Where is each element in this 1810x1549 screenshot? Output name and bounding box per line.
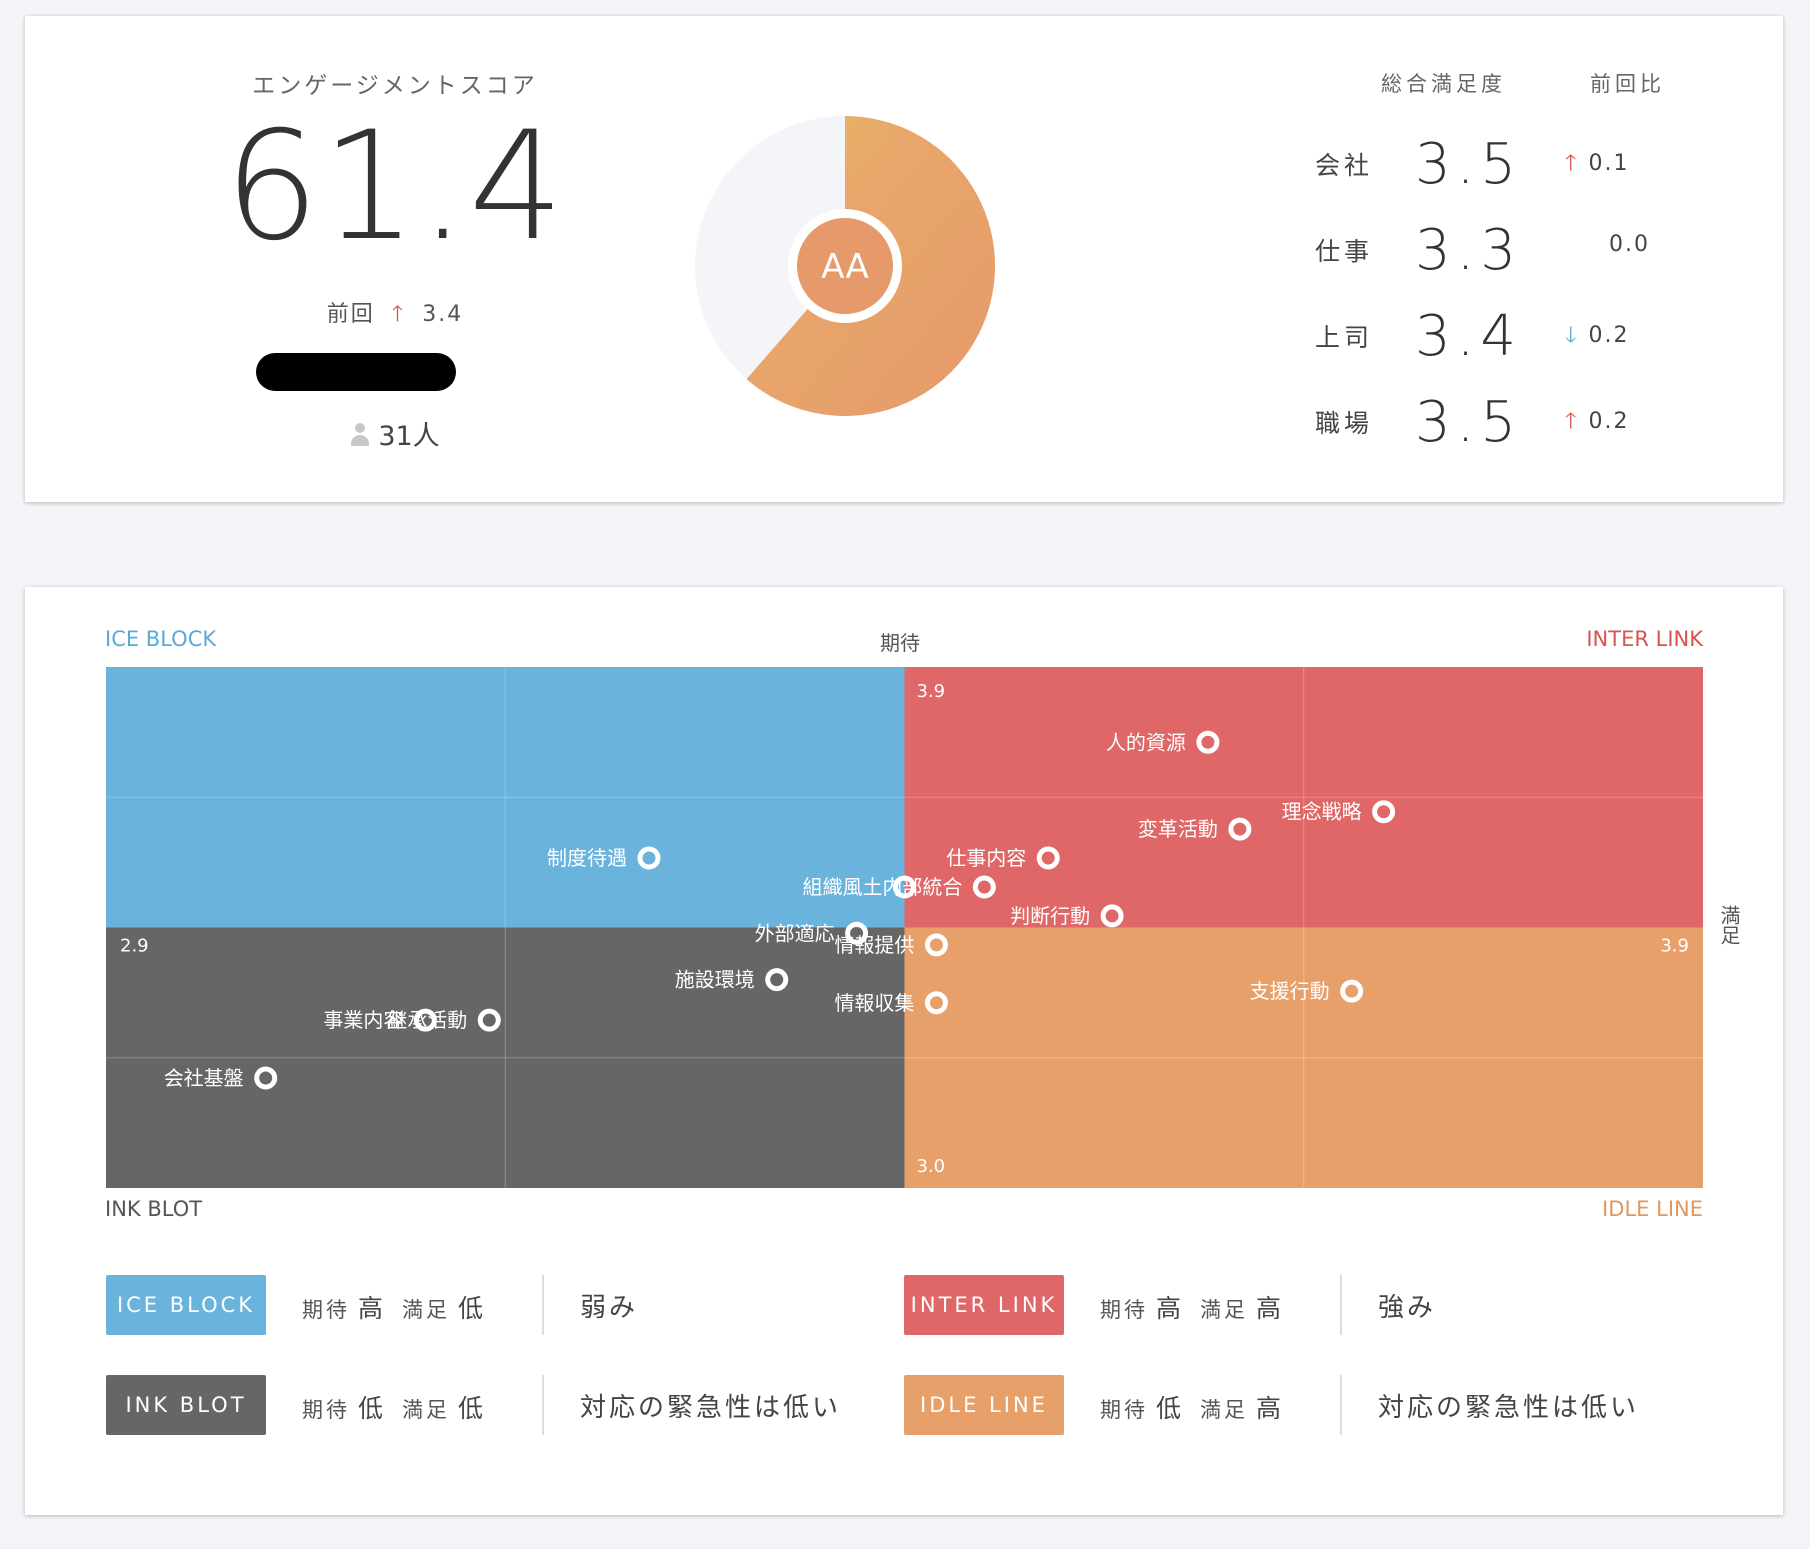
data-point: 継承活動 — [387, 1008, 501, 1032]
engagement-summary-card: エンゲージメントスコア 61.4 前回 🡑 3.4 31人 AA 総合満足度 前… — [25, 16, 1783, 502]
satisfy-level: 高 — [1256, 1394, 1285, 1423]
satisfaction-delta-value: 0.2 — [1588, 409, 1630, 434]
data-point-label: 仕事内容 — [946, 846, 1026, 870]
legend-description: 対応の緊急性は低い — [1378, 1393, 1640, 1423]
expect-level: 高 — [1156, 1294, 1185, 1323]
data-point: 情報提供 — [834, 933, 948, 957]
data-point: 制度待遇 — [547, 846, 661, 870]
satisfaction-delta: 🡑 0.2 — [1565, 404, 1629, 442]
satisfy-label: 満足 — [1200, 1298, 1249, 1322]
legend-badge: INK BLOT — [106, 1375, 266, 1435]
satisfaction-label: 仕事 — [1315, 237, 1374, 266]
expect-label: 期待 — [1100, 1298, 1148, 1322]
data-point-label: 人的資源 — [1106, 730, 1186, 754]
overall-satisfaction-header: 総合満足度 — [1381, 72, 1506, 96]
legend-criteria: 期待低満足高 — [1100, 1389, 1300, 1425]
data-point-label: 内部統合 — [882, 875, 962, 899]
legend-criteria: 期待低満足低 — [302, 1389, 502, 1425]
satisfaction-label: 会社 — [1315, 151, 1374, 180]
legend-badge: IDLE LINE — [904, 1375, 1064, 1435]
data-point: 情報収集 — [834, 991, 948, 1015]
data-point-label: 制度待遇 — [547, 846, 627, 870]
data-point-label: 組織風土 — [803, 875, 883, 899]
data-point: 内部統合 — [882, 875, 996, 899]
satisfaction-row-company: 会社 3.5 🡑 0.1 — [25, 124, 1783, 204]
data-point-label: 情報提供 — [834, 933, 914, 957]
satisfy-level: 高 — [1256, 1294, 1285, 1323]
satisfaction-row-workplace: 職場 3.5 🡑 0.2 — [25, 382, 1783, 462]
satisfy-level: 低 — [458, 1294, 487, 1323]
data-point: 人的資源 — [1106, 730, 1220, 754]
data-point: 理念戦略 — [1282, 800, 1396, 824]
engagement-score-title: エンゲージメントスコア — [252, 73, 538, 99]
legend-description: 強み — [1378, 1293, 1437, 1323]
legend-description: 対応の緊急性は低い — [580, 1393, 842, 1423]
data-point-label: 外部適応 — [755, 921, 835, 945]
data-point-label: 施設環境 — [675, 968, 755, 992]
satisfaction-delta: 🡓 0.2 — [1565, 318, 1629, 356]
legend-divider — [1340, 1375, 1342, 1435]
legend-divider — [542, 1375, 544, 1435]
data-point: 会社基盤 — [164, 1066, 278, 1090]
legend-badge: ICE BLOCK — [106, 1275, 266, 1335]
arrow-down-icon: 🡓 — [1565, 323, 1579, 348]
data-point-label: 継承活動 — [387, 1008, 467, 1032]
legend-badge: INTER LINK — [904, 1275, 1064, 1335]
expect-label: 期待 — [302, 1298, 350, 1322]
satisfaction-label: 上司 — [1315, 323, 1374, 352]
legend-row-ice-block: ICE BLOCK 期待高満足低 弱み — [106, 1275, 806, 1335]
tick-label-satisfy-min: 2.9 — [120, 936, 149, 957]
data-point-label: 変革活動 — [1138, 817, 1218, 841]
data-point-label: 情報収集 — [834, 991, 914, 1015]
tick-label-expect-min: 3.0 — [917, 1156, 946, 1177]
satisfaction-value: 3.5 — [1415, 132, 1523, 197]
expect-level: 低 — [358, 1394, 387, 1423]
legend-description: 弱み — [580, 1293, 639, 1323]
tick-label-expect-max: 3.9 — [917, 681, 946, 702]
data-point: 判断行動 — [1010, 904, 1124, 928]
previous-comparison-header: 前回比 — [1590, 72, 1665, 96]
satisfaction-label: 職場 — [1315, 409, 1374, 438]
legend-row-inter-link: INTER LINK 期待高満足高 強み — [904, 1275, 1604, 1335]
legend-divider — [542, 1275, 544, 1335]
expect-label: 期待 — [302, 1398, 350, 1422]
satisfaction-delta-value: 0.0 — [1609, 232, 1650, 257]
satisfaction-row-boss: 上司 3.4 🡓 0.2 — [25, 296, 1783, 376]
satisfaction-delta-value: 0.2 — [1588, 323, 1630, 348]
data-point: 施設環境 — [675, 968, 789, 992]
data-point-label: 理念戦略 — [1282, 800, 1362, 824]
legend-row-idle-line: IDLE LINE 期待低満足高 対応の緊急性は低い — [904, 1375, 1636, 1435]
data-point: 変革活動 — [1138, 817, 1252, 841]
satisfaction-delta-value: 0.1 — [1588, 151, 1630, 176]
satisfaction-value: 3.5 — [1415, 390, 1523, 455]
data-point: 支援行動 — [1250, 979, 1364, 1003]
satisfy-label: 満足 — [402, 1298, 451, 1322]
satisfaction-value: 3.4 — [1415, 304, 1523, 369]
legend-criteria: 期待高満足低 — [302, 1289, 502, 1325]
satisfaction-row-work: 仕事 3.3 0.0 — [25, 210, 1783, 290]
data-point: 仕事内容 — [946, 846, 1060, 870]
arrow-up-icon: 🡑 — [1565, 151, 1579, 176]
arrow-up-icon: 🡑 — [1565, 409, 1579, 434]
satisfy-level: 低 — [458, 1394, 487, 1423]
legend-criteria: 期待高満足高 — [1100, 1289, 1300, 1325]
legend-row-ink-blot: INK BLOT 期待低満足低 対応の緊急性は低い — [106, 1375, 838, 1435]
data-point-label: 判断行動 — [1010, 904, 1090, 928]
legend-divider — [1340, 1275, 1342, 1335]
expectation-satisfaction-matrix-card: ICE BLOCK 期待 INTER LINK 満足 INK BLOT IDLE… — [25, 587, 1783, 1515]
satisfaction-delta: 🡑 0.1 — [1565, 146, 1629, 184]
expect-level: 低 — [1156, 1394, 1185, 1423]
data-point-label: 会社基盤 — [164, 1066, 244, 1090]
tick-label-satisfy-max: 3.9 — [1660, 936, 1689, 957]
expect-label: 期待 — [1100, 1398, 1148, 1422]
satisfy-label: 満足 — [402, 1398, 451, 1422]
satisfaction-value: 3.3 — [1415, 218, 1523, 283]
satisfaction-delta: 0.0 — [1609, 232, 1650, 257]
satisfy-label: 満足 — [1200, 1398, 1249, 1422]
data-point-label: 支援行動 — [1250, 979, 1330, 1003]
expect-level: 高 — [358, 1294, 387, 1323]
